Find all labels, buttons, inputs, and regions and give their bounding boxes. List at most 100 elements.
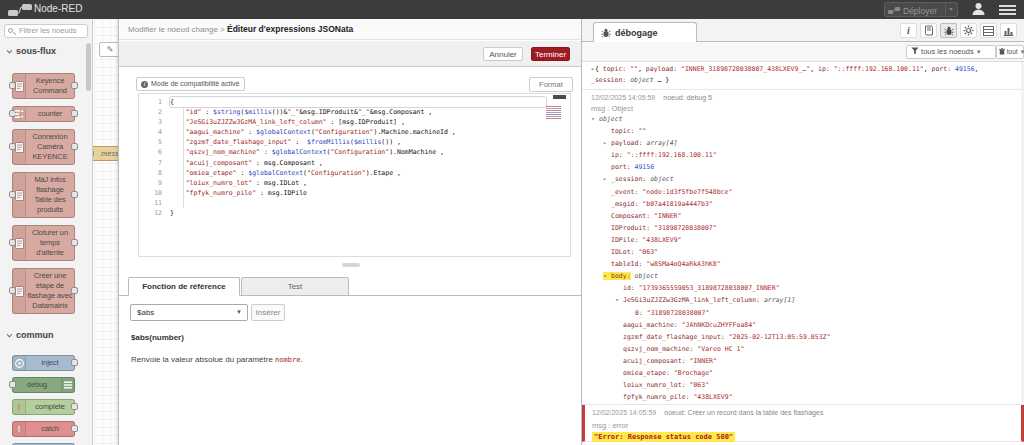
tree-toggle-icon[interactable]: ▾ xyxy=(603,270,611,282)
config-tab-icon[interactable] xyxy=(960,23,977,38)
clear-messages-button[interactable]: tout ▼ xyxy=(996,45,1024,59)
tray-toolbar: Annuler Terminer xyxy=(119,41,582,67)
message-timestamp: 12/02/2025 14:05:59 xyxy=(592,409,656,416)
editor-scrollbar[interactable] xyxy=(553,95,566,99)
jsonata-code-editor[interactable]: 123456789101112 { "id" : $string($millis… xyxy=(138,93,571,257)
excl-icon: ! xyxy=(13,422,26,436)
function-select[interactable]: $abs▼ xyxy=(130,304,248,321)
insert-button[interactable]: Insérer xyxy=(251,304,285,321)
info-icon: i xyxy=(141,81,148,88)
palette-category-commun[interactable]: commun xyxy=(0,327,93,343)
tree-toggle-icon[interactable]: ▸ xyxy=(603,173,611,185)
breadcrumb-parent[interactable]: Modifier le noeud change xyxy=(128,25,218,34)
debug-tab-icon[interactable] xyxy=(940,23,957,38)
code-line: "qszvj_nom_machine" : $globalContext("Co… xyxy=(170,147,546,157)
breadcrumb-current: Éditeur d'expressions JSONata xyxy=(227,24,353,34)
code-line: "acuij_composant" : msg.Composant , xyxy=(170,158,546,168)
code-line: "aagui_machine" : $globalContext("Config… xyxy=(170,127,546,137)
context-tab-icon[interactable] xyxy=(980,23,997,38)
done-button[interactable]: Terminer xyxy=(531,47,570,61)
node-output-port xyxy=(71,239,78,246)
palette-node-complete[interactable]: !complete xyxy=(12,399,75,415)
tree-toggle-icon[interactable]: ▾ xyxy=(615,294,623,306)
palette-node-debug[interactable]: debug xyxy=(12,377,75,393)
code-line xyxy=(170,198,546,208)
node-output-port xyxy=(71,403,78,410)
counter-icon xyxy=(13,107,26,121)
palette-node-catch[interactable]: !catch xyxy=(12,421,75,437)
debug-message-collapsed[interactable]: ▸{ topic: "", payload: "INNER_3189872803… xyxy=(582,62,1024,90)
compat-mode-notice: iMode de compatibilité activé xyxy=(136,77,245,91)
message-timestamp: 12/02/2025 14:05:59 xyxy=(591,94,655,101)
debug-tree-row: _msgid: "b07a41819a4447b3" xyxy=(591,198,1000,210)
tree-toggle-icon[interactable]: ▸ xyxy=(603,137,611,149)
message-path: msg : error xyxy=(592,421,1011,430)
rows-icon xyxy=(61,378,74,392)
debug-filter-bar: tous les noeuds ▼ tout ▼ xyxy=(582,42,1024,62)
file-icon xyxy=(13,269,26,313)
debug-tree-row: id: "1739365559053_31898728038007_INNER" xyxy=(591,282,1000,294)
debug-tree-row: Composant: "INNER" xyxy=(591,210,1000,222)
debug-tree-row: ▾body: object xyxy=(591,270,1000,282)
palette-scrollbar[interactable] xyxy=(86,43,91,91)
code-line: "omiea_etape" : $globalContext("Configur… xyxy=(170,168,546,178)
app-title: Node-RED xyxy=(34,3,82,14)
node-red-logo-icon xyxy=(7,2,33,19)
node-output-port xyxy=(71,82,78,89)
search-icon xyxy=(8,28,15,35)
node-output-port xyxy=(71,143,78,150)
message-node: noeud: Créer un record dans la table des… xyxy=(664,409,823,416)
file-icon xyxy=(13,74,26,98)
tab-test[interactable]: Test xyxy=(241,277,349,296)
palette-node-keyence-command[interactable]: Keyence Command xyxy=(12,73,75,99)
chevron-down-icon: ▼ xyxy=(236,305,242,320)
chevron-down-icon xyxy=(7,48,13,54)
resize-handle[interactable] xyxy=(342,263,360,267)
debug-tree-row: loiux_numro_lot: "063" xyxy=(591,379,1000,391)
node-input-port xyxy=(9,381,16,388)
debug-tree-row: zgzmf_date_flashage_input: "2025-02-12T1… xyxy=(591,331,1000,343)
debug-tree-row: aagui_machine: "JAhNKDcuZHYFFoa84" xyxy=(591,319,1000,331)
palette-node-counter[interactable]: counter xyxy=(12,106,75,122)
tree-toggle-icon[interactable]: ▾ xyxy=(591,113,599,125)
debug-tree-row: acuij_composant: "INNER" xyxy=(591,355,1000,367)
code-line: "id" : $string($millis())&"_"&msg.IDProd… xyxy=(170,107,546,117)
debug-tree-row: IDLot: "063" xyxy=(591,246,1000,258)
line-numbers: 123456789101112 xyxy=(139,97,162,218)
palette-node-cr-er-une-tape-de-flashage-ave[interactable]: Créer une étape de flashage avec Datamat… xyxy=(12,268,75,314)
debug-tree-row: qszvj_nom_machine: "Vareo HC 1" xyxy=(591,343,1000,355)
debug-sidebar: débogage i tous les noeuds ▼ tout ▼ ▸{ t… xyxy=(581,19,1024,445)
tab-function-reference[interactable]: Fonction de référence xyxy=(128,277,240,296)
breadcrumb: Modifier le noeud change > Éditeur d'exp… xyxy=(119,19,582,40)
code-line: "fpfyk_numro_pile" : msg.IDPile xyxy=(170,188,546,198)
info-tab-icon[interactable]: i xyxy=(900,23,917,38)
tab-debug[interactable]: débogage xyxy=(593,22,697,43)
palette-category-sous-flux[interactable]: sous-flux xyxy=(0,43,93,59)
debug-tree-row: ▸_session: object xyxy=(591,173,1000,185)
format-button[interactable]: Format xyxy=(529,77,573,92)
filter-nodes-button[interactable]: tous les noeuds ▼ xyxy=(906,45,996,59)
debug-message-error[interactable]: 12/02/2025 14:05:59 noeud: Créer un recor… xyxy=(582,405,1024,442)
code-line: "JeSGi3uZJZZw3GzMA_link_left_column" : [… xyxy=(170,117,546,127)
deploy-options-caret[interactable]: ▾ xyxy=(945,3,956,16)
cancel-button[interactable]: Annuler xyxy=(483,47,523,61)
palette-node-cloturer-un-temps-d-attente[interactable]: Cloturer un temps d'attente xyxy=(12,225,75,261)
palette-node-inject[interactable]: inject xyxy=(12,355,75,371)
palette-node-connexion-cam-ra-keyence[interactable]: Connexion Caméra KEYENCE xyxy=(12,129,75,165)
palette-node-m-j-infos-flashage-table-des-p[interactable]: MàJ infos flashage Table des produits xyxy=(12,172,75,218)
chevron-down-icon xyxy=(7,332,13,338)
file-icon xyxy=(13,173,26,217)
user-icon[interactable] xyxy=(968,2,988,17)
chart-tab-icon[interactable] xyxy=(1000,23,1017,38)
debug-tree-row: ▾object xyxy=(591,113,1000,125)
node-palette: Filtrer les noeuds sous-flux Keyence Comm… xyxy=(0,19,93,445)
palette-search-input[interactable]: Filtrer les noeuds xyxy=(4,24,88,38)
excl-icon: ! xyxy=(13,400,26,414)
main-menu-icon[interactable] xyxy=(999,5,1016,17)
debug-message-expanded[interactable]: 12/02/2025 14:05:59noeud: debug 5 msg : … xyxy=(582,90,1024,405)
message-path: msg : Object xyxy=(591,104,1000,113)
deploy-icon xyxy=(888,6,900,17)
debug-tree-row: tableId: "w8SMa4oQ4aRkA3hK8" xyxy=(591,258,1000,270)
help-tab-icon[interactable] xyxy=(920,23,937,38)
deploy-button[interactable]: Déployer ▾ xyxy=(884,2,958,17)
